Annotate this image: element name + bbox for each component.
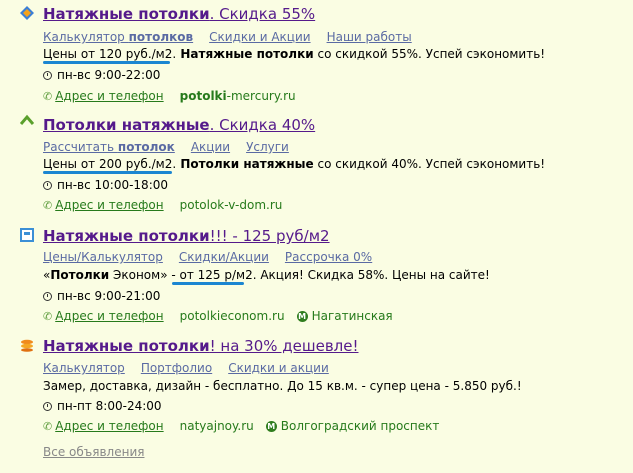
phone-icon: ✆ [43, 310, 53, 323]
sitelink[interactable]: Акции [191, 140, 230, 154]
working-hours: пн-вс 10:00-18:00 [43, 178, 168, 192]
all-ads-link[interactable]: Все объявления [43, 445, 144, 459]
sitelink[interactable]: Скидки и акции [228, 361, 329, 375]
clock-icon [43, 181, 52, 190]
sitelink[interactable]: Наши работы [327, 30, 412, 44]
sitelinks: Цены/Калькулятор Скидки/Акции Рассрочка 0% [43, 250, 388, 264]
address-link[interactable]: Адрес и телефон [55, 89, 163, 103]
square-logo-icon [20, 228, 34, 242]
clock-icon [43, 402, 52, 411]
sitelink[interactable]: Скидки/Акции [179, 250, 269, 264]
sitelink[interactable]: Калькулятор [43, 361, 125, 375]
contacts-line: ✆ Адрес и телефон potolkieconom.ru М Нагатин… [43, 309, 393, 323]
address-link[interactable]: Адрес и телефон [55, 309, 163, 323]
ad-description: Цены от 120 руб./м2. Натяжные потолки со… [43, 47, 546, 61]
phone-icon: ✆ [43, 199, 53, 212]
contacts-line: ✆ Адрес и телефон natyajnoy.ru М Волгоградск… [43, 419, 439, 433]
ad-title[interactable]: Натяжные потолки!!! - 125 руб/м2 [43, 227, 330, 245]
sitelink[interactable]: Рассрочка 0% [285, 250, 372, 264]
sitelink[interactable]: Рассчитать потолок [43, 140, 175, 154]
metro-icon: М [296, 311, 308, 322]
address-link[interactable]: Адрес и телефон [55, 198, 163, 212]
working-hours: пн-вс 9:00-21:00 [43, 289, 160, 303]
metro-icon: М [265, 421, 277, 432]
domain[interactable]: potolok-v-dom.ru [180, 198, 283, 212]
ad-title[interactable]: Натяжные потолки. Скидка 55% [43, 5, 315, 23]
sitelink[interactable]: Калькулятор потолков [43, 30, 193, 44]
sitelink[interactable]: Услуги [246, 140, 289, 154]
sitelinks: Калькулятор потолков Скидки и Акции Наши р… [43, 30, 428, 44]
ad-description: Цены от 200 руб./м2. Потолки натяжные со… [43, 157, 546, 171]
phone-icon: ✆ [43, 90, 53, 103]
sitelinks: Калькулятор Портфолио Скидки и акции [43, 361, 345, 375]
highlight-underline [172, 282, 244, 285]
sitelink[interactable]: Портфолио [141, 361, 212, 375]
ad-title[interactable]: Потолки натяжные. Скидка 40% [43, 116, 315, 134]
sitelink[interactable]: Цены/Калькулятор [43, 250, 163, 264]
phone-icon: ✆ [43, 420, 53, 433]
metro-station: Нагатинская [311, 309, 393, 323]
highlight-underline [43, 171, 172, 174]
clock-icon [43, 292, 52, 301]
working-hours: пн-пт 8:00-24:00 [43, 399, 162, 413]
highlight-underline [43, 61, 170, 64]
ad-description: Замер, доставка, дизайн - бесплатно. До … [43, 379, 522, 393]
stack-logo-icon [21, 339, 33, 352]
contacts-line: ✆ Адрес и телефон potolki-mercury.ru [43, 89, 308, 103]
working-hours: пн-вс 9:00-22:00 [43, 68, 160, 82]
metro-station: Волгоградский проспект [280, 419, 440, 433]
domain[interactable]: natyajnoy.ru [180, 419, 254, 433]
sitelinks: Рассчитать потолок Акции Услуги [43, 140, 305, 154]
contacts-line: ✆ Адрес и телефон potolok-v-dom.ru [43, 198, 294, 212]
ad-description: «Потолки Эконом» - от 125 р/м2. Акция! С… [43, 268, 490, 282]
domain[interactable]: potolkieconom.ru [180, 309, 285, 323]
sitelink[interactable]: Скидки и Акции [209, 30, 310, 44]
clock-icon [43, 71, 52, 80]
roof-logo-icon [20, 114, 34, 125]
address-link[interactable]: Адрес и телефон [55, 419, 163, 433]
diamond-logo-icon [20, 6, 34, 20]
ad-title[interactable]: Натяжные потолки! на 30% дешевле! [43, 337, 359, 355]
domain[interactable]: potolki-mercury.ru [180, 89, 296, 103]
